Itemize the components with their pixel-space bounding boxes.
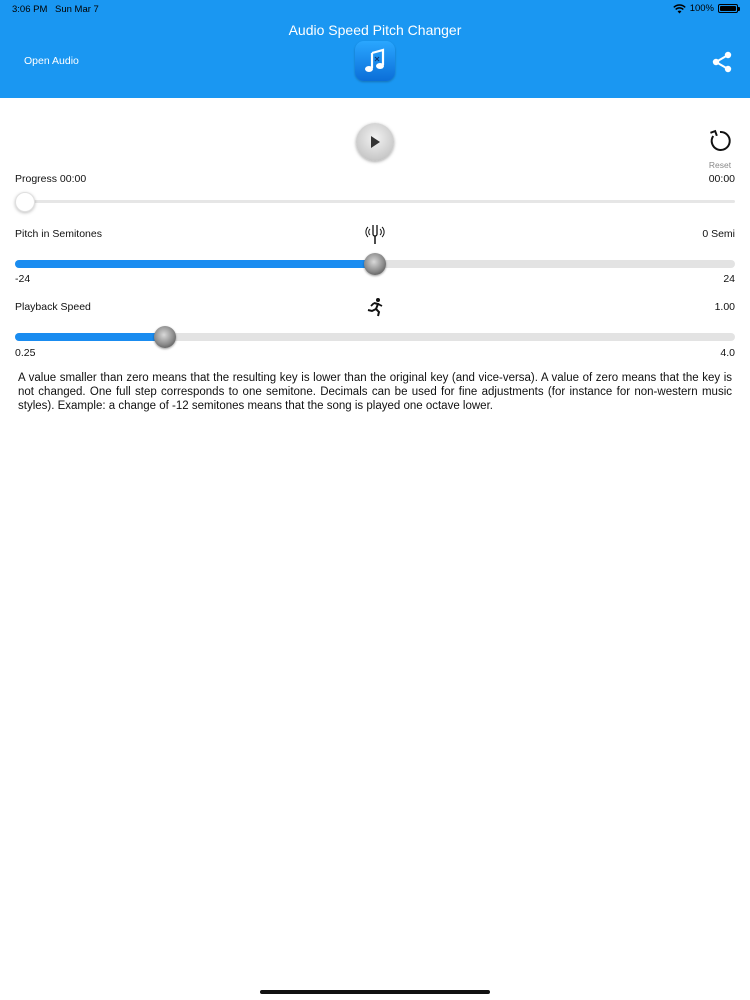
wifi-icon (672, 3, 686, 13)
reset-button[interactable]: Reset (705, 128, 735, 170)
tuning-fork-icon (365, 225, 385, 244)
speed-slider-knob[interactable] (154, 326, 176, 348)
speed-value: 1.00 (714, 301, 735, 313)
speed-label: Playback Speed (15, 301, 91, 313)
progress-label: Progress 00:00 (15, 173, 87, 185)
reset-icon (710, 129, 731, 151)
pitch-slider-knob[interactable] (364, 253, 386, 275)
pitch-slider-fill (15, 260, 375, 268)
speed-slider-track[interactable] (15, 333, 735, 341)
pitch-min: -24 (15, 273, 31, 285)
battery-icon (718, 4, 740, 13)
progress-total-time: 00:00 (708, 173, 735, 185)
progress-slider-knob[interactable] (15, 192, 35, 212)
status-date: Sun Mar 7 (55, 4, 99, 15)
speed-max: 4.0 (720, 347, 735, 359)
header-bar: Audio Speed Pitch Changer Open Audio (0, 18, 750, 98)
status-bar: 3:06 PM Sun Mar 7 100% (0, 0, 750, 18)
speed-slider-fill (15, 333, 165, 341)
open-audio-button[interactable]: Open Audio (24, 55, 79, 67)
share-icon[interactable] (710, 50, 734, 74)
pitch-description: A value smaller than zero means that the… (18, 372, 732, 412)
reset-label: Reset (708, 160, 732, 170)
status-right: 100% (672, 3, 740, 14)
home-indicator[interactable] (260, 990, 490, 994)
play-icon (371, 136, 380, 148)
status-time: 3:06 PM (12, 4, 48, 15)
app-music-icon (355, 41, 395, 81)
running-icon (367, 298, 383, 317)
pitch-value: 0 Semi (702, 228, 735, 240)
speed-min: 0.25 (15, 347, 36, 359)
pitch-label: Pitch in Semitones (15, 228, 102, 240)
pitch-max: 24 (723, 273, 735, 285)
progress-slider-track[interactable] (15, 200, 735, 203)
play-button[interactable] (356, 123, 394, 161)
app-title: Audio Speed Pitch Changer (288, 22, 462, 38)
battery-percent: 100% (689, 3, 714, 14)
